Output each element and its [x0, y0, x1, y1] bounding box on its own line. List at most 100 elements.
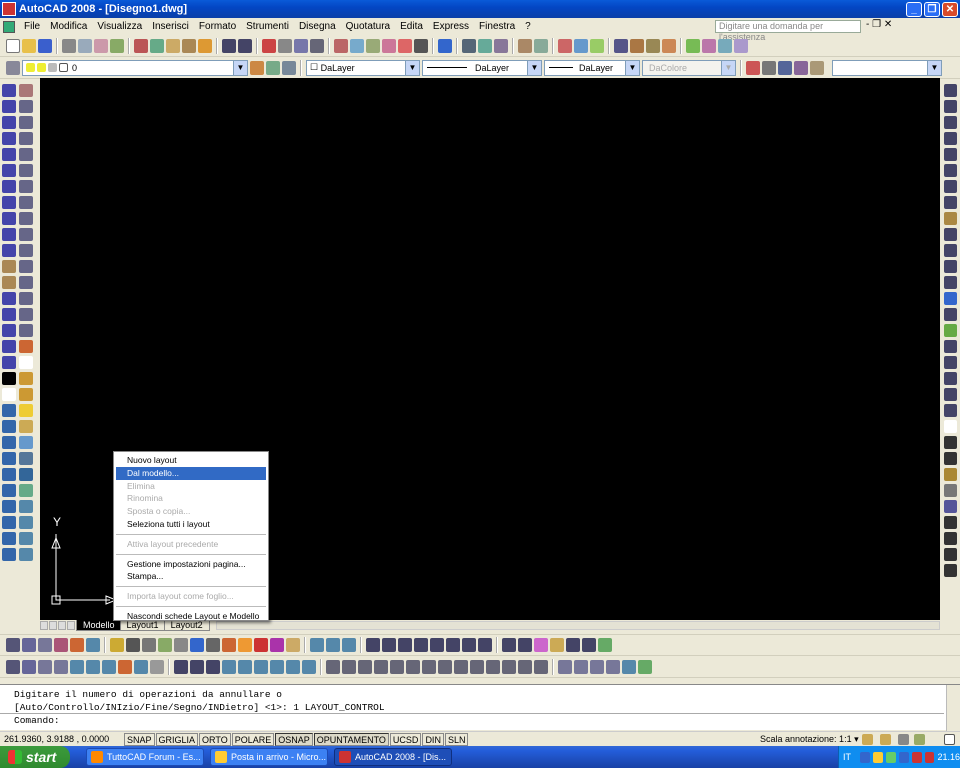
solid-sphere-icon[interactable]: [2, 452, 16, 465]
visual-style-4-icon[interactable]: [70, 638, 84, 652]
dim-break-icon[interactable]: [943, 276, 957, 289]
orbit-icon[interactable]: [19, 500, 33, 513]
view-tool-3-icon[interactable]: [206, 659, 220, 674]
express-tool-3-icon[interactable]: [718, 38, 732, 53]
render-tool-10-icon[interactable]: [254, 638, 268, 652]
view-tool-2-icon[interactable]: [190, 659, 204, 674]
calculator-icon[interactable]: [414, 38, 428, 53]
ucs-tool-5-icon[interactable]: [70, 659, 84, 674]
jogged-linear-icon[interactable]: [943, 340, 957, 353]
tool-palettes-icon[interactable]: [366, 38, 380, 53]
view-tool-9-icon[interactable]: [302, 659, 316, 674]
arc-icon[interactable]: [2, 164, 16, 177]
solid-edit-7-icon[interactable]: [414, 638, 428, 652]
camera-icon[interactable]: [19, 452, 33, 465]
ucs2-tool-10-icon[interactable]: [470, 659, 484, 674]
tab-prev-icon[interactable]: [49, 621, 57, 630]
text-style-2-icon[interactable]: [943, 516, 957, 529]
walk-icon[interactable]: [19, 468, 33, 481]
mirror-icon[interactable]: [19, 116, 33, 129]
spline-icon[interactable]: [2, 212, 16, 225]
tab-next-icon[interactable]: [58, 621, 66, 630]
document-icon[interactable]: [3, 20, 15, 33]
close-button[interactable]: ✕: [942, 1, 958, 17]
3d-dwf-icon[interactable]: [110, 38, 124, 53]
language-indicator[interactable]: IT: [843, 752, 851, 762]
new-icon[interactable]: [6, 38, 20, 53]
layer-previous-icon[interactable]: [478, 38, 492, 53]
render-tool-8-icon[interactable]: [222, 638, 236, 652]
express-tool-4-icon[interactable]: [734, 38, 748, 53]
tray-icon-5[interactable]: [911, 751, 922, 763]
help-search-input[interactable]: Digitare una domanda per l'assistenza: [715, 20, 861, 42]
color-dropdown[interactable]: ☐ DaLayer ▼: [306, 59, 420, 76]
quick-dim-icon[interactable]: [943, 212, 957, 225]
erase-icon[interactable]: [19, 84, 33, 97]
ucs-tool-10-icon[interactable]: [150, 659, 164, 674]
tray-icon-6[interactable]: [924, 751, 935, 763]
move-icon[interactable]: [19, 164, 33, 177]
point-icon[interactable]: [2, 292, 16, 305]
grid-toggle[interactable]: GRIGLIA: [155, 732, 199, 746]
cut-icon[interactable]: [134, 38, 148, 53]
linear-dim-icon[interactable]: [943, 84, 957, 97]
layer-states-icon[interactable]: [494, 38, 508, 53]
scale-icon[interactable]: [19, 196, 33, 209]
snap-tool-icon[interactable]: [558, 38, 572, 53]
spelling-icon[interactable]: [943, 500, 957, 513]
revision-cloud-icon[interactable]: [2, 196, 16, 209]
render-tool-4-icon[interactable]: [158, 638, 172, 652]
break-icon[interactable]: [19, 276, 33, 289]
solid-edit-1-icon[interactable]: [310, 638, 324, 652]
viewport-tool-7-icon[interactable]: [598, 638, 612, 652]
view-tool-7-icon[interactable]: [270, 659, 284, 674]
open-icon[interactable]: [22, 38, 36, 53]
free-orbit-icon[interactable]: [19, 532, 33, 545]
ucs2-tool-3-icon[interactable]: [358, 659, 372, 674]
visual-style-5-icon[interactable]: [86, 638, 100, 652]
justify-text-icon[interactable]: [943, 548, 957, 561]
diameter-dim-icon[interactable]: [943, 180, 957, 193]
solid-edit-4-icon[interactable]: [366, 638, 380, 652]
linetype-dropdown[interactable]: DaLayer ▼: [422, 59, 542, 76]
express-tool-2-icon[interactable]: [702, 38, 716, 53]
ducs-toggle[interactable]: UCSD: [389, 732, 422, 746]
visual-style-1-icon[interactable]: [22, 638, 36, 652]
find-icon[interactable]: [762, 60, 776, 75]
solid-edit-8-icon[interactable]: [430, 638, 444, 652]
command-input[interactable]: Comando:: [0, 713, 944, 728]
view-extra-3-icon[interactable]: [590, 659, 604, 674]
light-icon[interactable]: [19, 404, 33, 417]
ucs-tool-2-icon[interactable]: [22, 659, 36, 674]
menu-formato[interactable]: Formato: [194, 21, 241, 32]
fly-icon[interactable]: [19, 484, 33, 497]
menu-item-dal-modello[interactable]: Dal modello...: [116, 466, 266, 480]
ucs-tool-9-icon[interactable]: [134, 659, 148, 674]
pan-icon[interactable]: [262, 38, 276, 53]
line-icon[interactable]: [2, 84, 16, 97]
menu-help[interactable]: ?: [520, 21, 536, 32]
copy-object-icon[interactable]: [19, 100, 33, 113]
layer-previous-2-icon[interactable]: [266, 60, 280, 75]
design-center-icon[interactable]: [350, 38, 364, 53]
3d-tool-1-icon[interactable]: [19, 372, 33, 385]
attribute-icon[interactable]: [778, 60, 792, 75]
tray-icon-3[interactable]: [885, 751, 896, 763]
viewport-tool-5-icon[interactable]: [566, 638, 580, 652]
dyn-toggle[interactable]: DIN: [422, 732, 444, 746]
polar-toggle[interactable]: POLARE: [231, 732, 275, 746]
express-tool-1-icon[interactable]: [686, 38, 700, 53]
revolve-icon[interactable]: [2, 516, 16, 529]
snap-toggle[interactable]: SNAP: [124, 732, 155, 746]
ucs2-tool-12-icon[interactable]: [502, 659, 516, 674]
sweep-icon[interactable]: [2, 532, 16, 545]
block-editor-icon[interactable]: [198, 38, 212, 53]
multiline-text-icon[interactable]: [2, 372, 16, 385]
arc-length-icon[interactable]: [943, 116, 957, 129]
zoom-realtime-icon[interactable]: [278, 38, 292, 53]
ortho-tool-icon[interactable]: [574, 38, 588, 53]
ucs-tool-6-icon[interactable]: [86, 659, 100, 674]
lock-icon[interactable]: [898, 734, 909, 745]
copy-icon[interactable]: [150, 38, 164, 53]
menu-item-seleziona-tutti[interactable]: Seleziona tutti i layout: [114, 518, 268, 531]
